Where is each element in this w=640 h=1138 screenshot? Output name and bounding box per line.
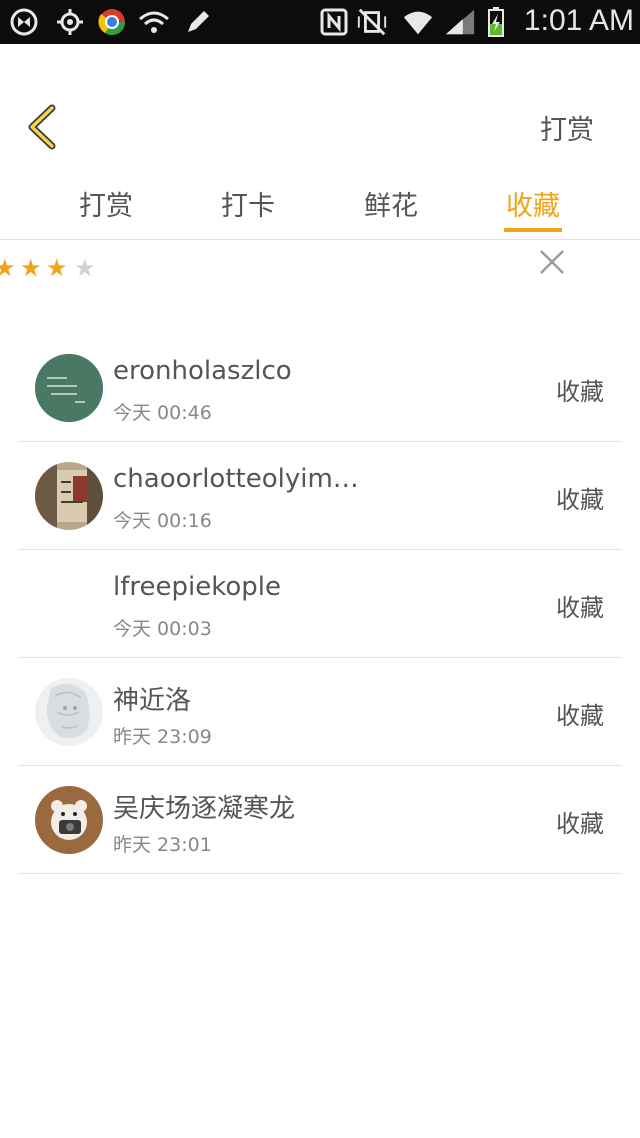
tab-flowers[interactable]: 鲜花 <box>346 184 436 238</box>
favorite-label: 收藏 <box>556 486 604 514</box>
star-filled-icon: ★ <box>0 254 16 282</box>
favorite-label: 收藏 <box>556 702 604 730</box>
list-item[interactable]: lfreepiekople 今天 00:03 收藏 <box>18 550 622 658</box>
user-name: eronholaszlco <box>113 356 292 386</box>
list-item[interactable]: eronholaszlco 今天 00:46 收藏 <box>18 334 622 442</box>
reward-button[interactable]: 打赏 <box>540 108 594 147</box>
timestamp: 今天 00:03 <box>113 618 212 640</box>
list-item[interactable]: 神近洛 昨天 23:09 收藏 <box>18 658 622 766</box>
wifi-question-icon <box>138 6 170 38</box>
nfc-icon <box>318 6 350 38</box>
user-name: 神近洛 <box>113 686 192 716</box>
pencil-icon <box>182 6 214 38</box>
back-button[interactable] <box>22 102 66 152</box>
avatar[interactable] <box>35 570 103 638</box>
close-button[interactable] <box>538 248 566 276</box>
avatar[interactable] <box>35 678 103 746</box>
list-item[interactable]: 吴庆场逐凝寒龙 昨天 23:01 收藏 <box>18 766 622 874</box>
wifi-icon <box>402 6 434 38</box>
gps-icon <box>54 6 86 38</box>
avatar[interactable] <box>35 462 103 530</box>
favorite-label: 收藏 <box>556 810 604 838</box>
avatar[interactable] <box>35 786 103 854</box>
user-name: lfreepiekople <box>113 572 281 602</box>
status-bar: 1:01 AM <box>0 0 640 44</box>
timestamp: 昨天 23:01 <box>113 834 212 856</box>
sync-icon <box>8 6 40 38</box>
user-name: 吴庆场逐凝寒龙 <box>113 794 296 824</box>
tab-checkin[interactable]: 打卡 <box>203 184 293 238</box>
user-name: chaoorlotteolyimp… <box>113 464 368 494</box>
battery-charging-icon <box>480 6 512 38</box>
signal-icon <box>444 6 476 38</box>
timestamp: 今天 00:16 <box>113 510 212 532</box>
timestamp: 今天 00:46 <box>113 402 212 424</box>
active-tab-indicator <box>504 228 562 232</box>
star-filled-icon: ★ <box>20 254 42 282</box>
avatar[interactable] <box>35 354 103 422</box>
list-item[interactable]: chaoorlotteolyimp… 今天 00:16 收藏 <box>18 442 622 550</box>
favorite-label: 收藏 <box>556 378 604 406</box>
mute-vibrate-icon <box>356 6 388 38</box>
header: 打赏 打赏 打卡 鲜花 收藏 <box>0 44 640 240</box>
clock: 1:01 AM <box>523 4 634 37</box>
favorite-label: 收藏 <box>556 594 604 622</box>
chrome-icon <box>96 6 128 38</box>
star-filled-icon: ★ <box>46 254 68 282</box>
star-empty-icon: ★ <box>74 254 96 282</box>
chevron-left-icon <box>28 104 56 150</box>
tab-reward[interactable]: 打赏 <box>61 184 151 238</box>
divider <box>0 239 640 240</box>
close-icon <box>540 250 564 274</box>
favorites-list: eronholaszlco 今天 00:46 收藏 chaoorlotteoly… <box>18 334 622 874</box>
timestamp: 昨天 23:09 <box>113 726 212 748</box>
